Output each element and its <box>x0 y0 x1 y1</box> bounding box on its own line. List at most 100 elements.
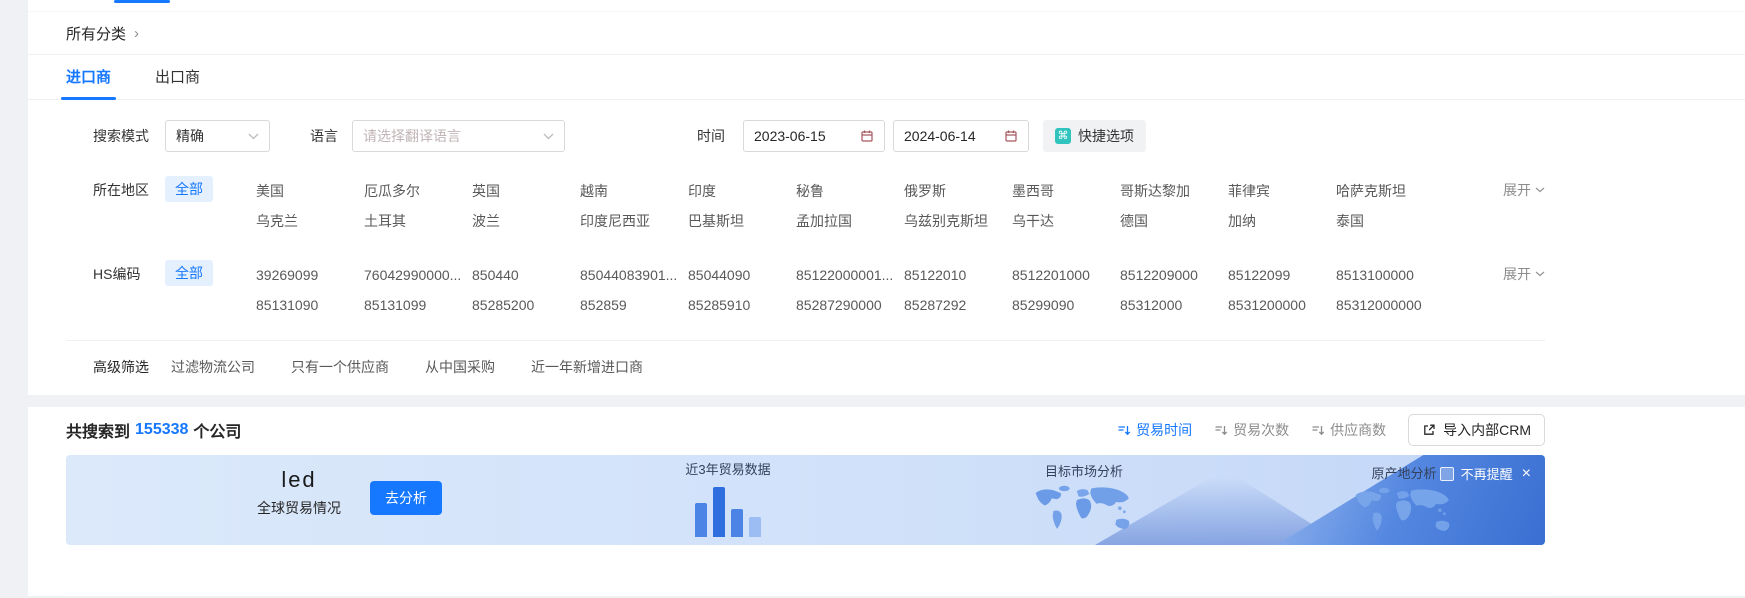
sort-supplier-count[interactable]: 供应商数 <box>1311 420 1386 440</box>
section-gap <box>28 395 1745 407</box>
hs-code-option[interactable]: 85287292 <box>904 290 1012 320</box>
command-grid-icon: ⌘ <box>1055 128 1071 144</box>
language-label: 语言 <box>310 126 338 146</box>
chart-title: 近3年贸易数据 <box>663 461 793 479</box>
region-option[interactable]: 墨西哥 <box>1012 176 1120 206</box>
advanced-filter-row: 高级筛选 过滤物流公司 只有一个供应商 从中国采购 近一年新增进口商 <box>28 341 1545 395</box>
hs-code-option[interactable]: 85285200 <box>472 290 580 320</box>
results-toolbar: 共搜索到 155338 个公司 贸易时间 贸易次数 供应商数 导入内 <box>28 407 1545 453</box>
results-count-suffix: 个公司 <box>193 418 241 442</box>
dont-remind-checkbox[interactable] <box>1440 467 1454 481</box>
hs-code-option[interactable]: 85299090 <box>1012 290 1120 320</box>
region-options: 美国乌克兰 厄瓜多尔土耳其 英国波兰 越南印度尼西亚 印度巴基斯坦 秘鲁孟加拉国… <box>256 176 1503 236</box>
hs-code-option[interactable]: 85131099 <box>364 290 472 320</box>
market-title: 目标市场分析 <box>984 463 1184 481</box>
tab-exporters[interactable]: 出口商 <box>155 55 200 100</box>
search-mode-select[interactable]: 精确 <box>165 120 270 152</box>
trade-bars <box>663 483 793 537</box>
hs-code-option[interactable]: 85131090 <box>256 290 364 320</box>
region-option[interactable]: 泰国 <box>1336 206 1444 236</box>
sort-trade-time[interactable]: 贸易时间 <box>1117 420 1192 440</box>
sort-icon <box>1311 423 1325 437</box>
hs-code-option[interactable]: 8512201000 <box>1012 260 1120 290</box>
trade-analysis-banner: led 全球贸易情况 去分析 近3年贸易数据 目标市场分析 <box>66 455 1545 545</box>
hs-all-chip[interactable]: 全部 <box>165 260 213 286</box>
filter-logistics-option[interactable]: 过滤物流公司 <box>171 357 255 377</box>
hs-code-label: HS编码 <box>93 260 149 288</box>
region-option[interactable]: 巴基斯坦 <box>688 206 796 236</box>
hs-code-option[interactable]: 85122010 <box>904 260 1012 290</box>
time-label: 时间 <box>697 126 725 146</box>
region-option[interactable]: 印度尼西亚 <box>580 206 688 236</box>
close-icon[interactable]: × <box>1522 467 1531 481</box>
region-option[interactable]: 菲律宾 <box>1228 176 1336 206</box>
region-option[interactable]: 乌克兰 <box>256 206 364 236</box>
region-option[interactable]: 哈萨克斯坦 <box>1336 176 1444 206</box>
chevron-down-icon <box>1535 187 1545 193</box>
calendar-icon <box>860 129 874 143</box>
region-filter-row: 所在地区 全部 美国乌克兰 厄瓜多尔土耳其 英国波兰 越南印度尼西亚 印度巴基斯… <box>28 176 1545 236</box>
region-option[interactable]: 秘鲁 <box>796 176 904 206</box>
tab-bar: 进口商 出口商 <box>28 55 1745 100</box>
date-end-input[interactable]: 2024-06-14 <box>893 120 1029 152</box>
hs-code-option[interactable]: 85044083901... <box>580 260 688 290</box>
world-map-icon <box>1028 484 1140 536</box>
export-icon <box>1422 423 1436 437</box>
hs-code-option[interactable]: 85312000 <box>1120 290 1228 320</box>
region-option[interactable]: 德国 <box>1120 206 1228 236</box>
hs-code-option[interactable]: 85312000000 <box>1336 290 1444 320</box>
quick-options-button[interactable]: ⌘ 快捷选项 <box>1043 120 1146 152</box>
region-option[interactable]: 土耳其 <box>364 206 472 236</box>
region-option[interactable]: 英国 <box>472 176 580 206</box>
sort-icon <box>1117 423 1131 437</box>
region-option[interactable]: 加纳 <box>1228 206 1336 236</box>
hs-code-option[interactable]: 850440 <box>472 260 580 290</box>
hs-code-option[interactable]: 85285910 <box>688 290 796 320</box>
region-option[interactable]: 波兰 <box>472 206 580 236</box>
breadcrumb-chevron-icon: › <box>134 25 139 42</box>
tab-importers[interactable]: 进口商 <box>66 55 111 100</box>
go-analyze-button[interactable]: 去分析 <box>370 481 442 515</box>
region-option[interactable]: 越南 <box>580 176 688 206</box>
new-importers-option[interactable]: 近一年新增进口商 <box>531 357 643 377</box>
search-mode-value: 精确 <box>176 126 204 146</box>
hs-code-option[interactable]: 76042990000... <box>364 260 472 290</box>
trade-data-chart-block: 近3年贸易数据 <box>663 461 793 537</box>
region-option[interactable]: 乌兹别克斯坦 <box>904 206 1012 236</box>
region-option[interactable]: 孟加拉国 <box>796 206 904 236</box>
breadcrumb-label[interactable]: 所有分类 <box>66 23 126 44</box>
filter-panel: 搜索模式 精确 语言 请选择翻译语言 时间 2023-06-15 2024-06… <box>28 100 1745 395</box>
region-all-chip[interactable]: 全部 <box>165 176 213 202</box>
quick-options-label: 快捷选项 <box>1078 126 1134 146</box>
region-option[interactable]: 印度 <box>688 176 796 206</box>
results-count-prefix: 共搜索到 <box>66 418 130 442</box>
region-option[interactable]: 乌干达 <box>1012 206 1120 236</box>
hs-code-option[interactable]: 85044090 <box>688 260 796 290</box>
hs-code-option[interactable]: 85287290000 <box>796 290 904 320</box>
hs-code-option[interactable]: 85122000001... <box>796 260 904 290</box>
buy-from-china-option[interactable]: 从中国采购 <box>425 357 495 377</box>
sort-trade-count[interactable]: 贸易次数 <box>1214 420 1289 440</box>
hs-code-option[interactable]: 85122099 <box>1228 260 1336 290</box>
hs-code-option[interactable]: 8531200000 <box>1228 290 1336 320</box>
region-label: 所在地区 <box>93 176 149 204</box>
hs-code-option[interactable]: 39269099 <box>256 260 364 290</box>
region-option[interactable]: 哥斯达黎加 <box>1120 176 1228 206</box>
hs-code-option[interactable]: 8513100000 <box>1336 260 1444 290</box>
hs-code-option[interactable]: 8512209000 <box>1120 260 1228 290</box>
import-crm-button[interactable]: 导入内部CRM <box>1408 414 1545 446</box>
target-market-block: 目标市场分析 <box>984 463 1184 539</box>
region-option[interactable]: 厄瓜多尔 <box>364 176 472 206</box>
sort-controls: 贸易时间 贸易次数 供应商数 导入内部CRM <box>1117 414 1545 446</box>
region-option[interactable]: 美国 <box>256 176 364 206</box>
hs-expand-button[interactable]: 展开 <box>1503 260 1545 288</box>
single-supplier-option[interactable]: 只有一个供应商 <box>291 357 389 377</box>
region-option[interactable]: 俄罗斯 <box>904 176 1012 206</box>
date-start-input[interactable]: 2023-06-15 <box>743 120 885 152</box>
region-expand-button[interactable]: 展开 <box>1503 176 1545 204</box>
language-select[interactable]: 请选择翻译语言 <box>352 120 565 152</box>
hs-code-option[interactable]: 852859 <box>580 290 688 320</box>
chevron-down-icon <box>248 133 259 140</box>
date-start-value: 2023-06-15 <box>754 128 826 144</box>
hs-code-filter-row: HS编码 全部 3926909985131090 76042990000...8… <box>28 260 1545 320</box>
